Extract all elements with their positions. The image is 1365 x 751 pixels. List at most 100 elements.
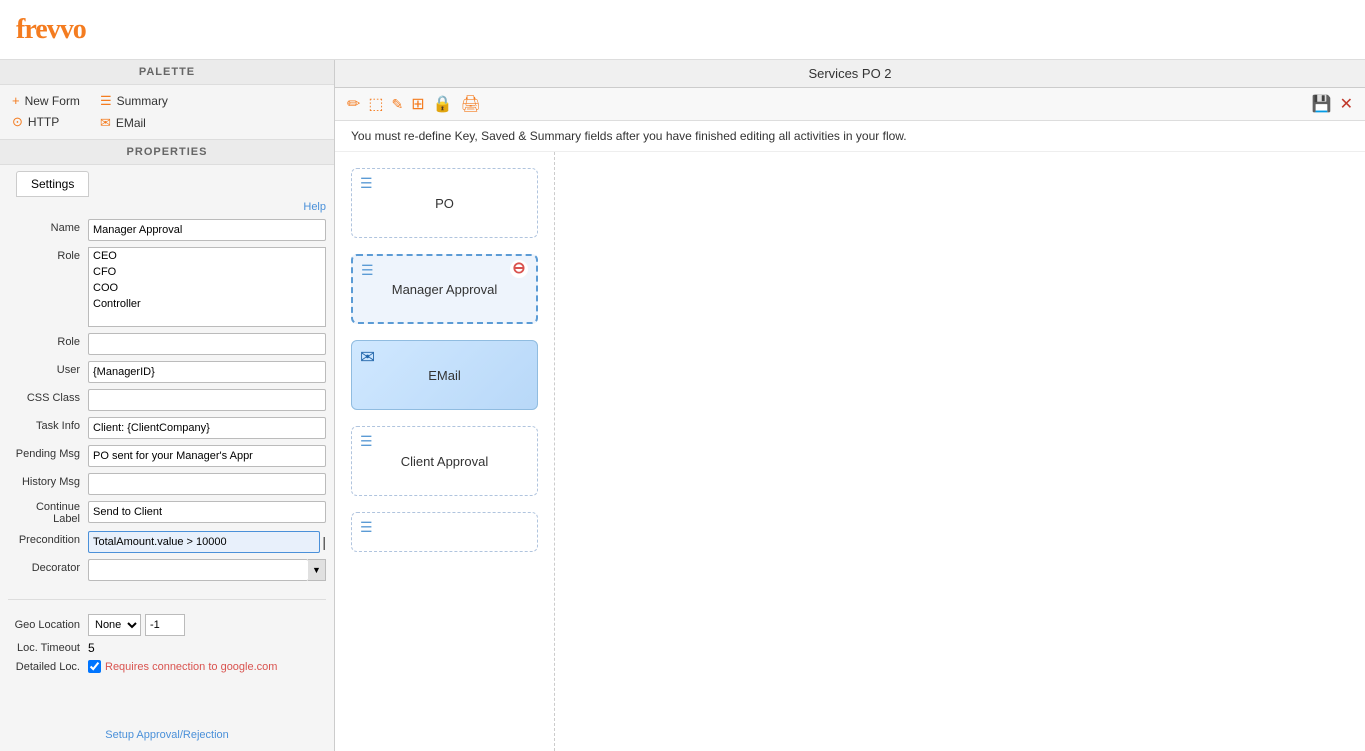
main-layout: PALETTE + New Form ⊙ HTTP ☰ Summary ✉ [0, 60, 1365, 751]
geo-location-label: Geo Location [8, 619, 88, 631]
client-card-icon: ☰ [360, 433, 373, 450]
loc-timeout-label: Loc. Timeout [8, 642, 88, 654]
po-card-icon: ☰ [360, 175, 373, 192]
user-input[interactable] [88, 361, 326, 383]
toolbar: ✏ ⬚ ✎ ⊞ 🔒 🖨 💾 ✕ [335, 88, 1365, 121]
css-row: CSS Class [8, 389, 326, 411]
toolbar-right: 💾 ✕ [1312, 94, 1353, 114]
flow-card-manager-approval[interactable]: ☰ ⊖ Manager Approval [351, 254, 538, 324]
detailed-loc-row: Detailed Loc. Requires connection to goo… [8, 660, 326, 673]
settings-tab[interactable]: Settings [16, 171, 89, 197]
summary-label: Summary [117, 94, 168, 108]
http-label: HTTP [28, 115, 59, 129]
precondition-label: Precondition [8, 531, 88, 546]
role-coo[interactable]: COO [89, 280, 325, 296]
circle-icon: ⊙ [12, 114, 23, 130]
role2-label: Role [8, 333, 88, 348]
right-panel: Services PO 2 ✏ ⬚ ✎ ⊞ 🔒 🖨 💾 ✕ You must r… [335, 60, 1365, 751]
continue-label: Continue Label [8, 501, 88, 525]
manager-card-icon: ☰ [361, 262, 374, 279]
geo-section: Geo Location None Loc. Timeout 5 Detaile… [0, 610, 334, 682]
loc-timeout-value: 5 [88, 641, 95, 655]
email-icon: ✉ [100, 115, 111, 131]
help-link[interactable]: Help [0, 197, 334, 217]
plus-icon: + [12, 93, 20, 108]
edit-icon[interactable]: ✏ [347, 94, 360, 114]
flow-card-client-approval[interactable]: ☰ Client Approval [351, 426, 538, 496]
properties-header: PROPERTIES [0, 139, 334, 165]
app-logo: frevvo [16, 14, 86, 46]
flow-column: ☰ PO ☰ ⊖ Manager Approval ✉ EMail ☰ [335, 152, 555, 751]
task-label: Task Info [8, 417, 88, 432]
palette-header: PALETTE [0, 60, 334, 85]
decorator-label: Decorator [8, 559, 88, 574]
decorator-input[interactable] [88, 559, 308, 581]
role2-input[interactable] [88, 333, 326, 355]
history-row: History Msg [8, 473, 326, 495]
palette-item-new-form[interactable]: + New Form [12, 93, 80, 108]
list-icon: ☰ [100, 93, 112, 109]
client-card-label: Client Approval [401, 454, 488, 469]
left-panel: PALETTE + New Form ⊙ HTTP ☰ Summary ✉ [0, 60, 335, 751]
history-label: History Msg [8, 473, 88, 488]
user-row: User [8, 361, 326, 383]
role-ceo[interactable]: CEO [89, 248, 325, 264]
app-header: frevvo [0, 0, 1365, 60]
flow-card-more[interactable]: ☰ [351, 512, 538, 552]
role-listbox[interactable]: CEO CFO COO Controller [88, 247, 326, 327]
email-card-icon: ✉ [360, 347, 375, 368]
save-icon[interactable]: 💾 [1312, 94, 1332, 114]
palette-item-email[interactable]: ✉ EMail [100, 115, 168, 131]
geo-location-select[interactable]: None [88, 614, 141, 636]
form-icon[interactable]: ✎ [392, 96, 404, 113]
email-card-label: EMail [428, 368, 461, 383]
geo-number-input[interactable] [145, 614, 185, 636]
grid-icon[interactable]: ⊞ [411, 94, 424, 114]
detailed-loc-label: Detailed Loc. [8, 661, 88, 673]
css-input[interactable] [88, 389, 326, 411]
user-label: User [8, 361, 88, 376]
palette-item-summary[interactable]: ☰ Summary [100, 93, 168, 109]
pending-label: Pending Msg [8, 445, 88, 460]
close-icon[interactable]: ✕ [1340, 94, 1353, 114]
palette-item-http[interactable]: ⊙ HTTP [12, 114, 80, 130]
flow-card-po[interactable]: ☰ PO [351, 168, 538, 238]
palette-items: + New Form ⊙ HTTP ☰ Summary ✉ EMail [0, 85, 334, 139]
name-input[interactable] [88, 219, 326, 241]
more-card-icon: ☰ [360, 519, 373, 536]
right-title: Services PO 2 [427, 66, 1273, 81]
precondition-row: Precondition | [8, 531, 326, 553]
name-row: Name [8, 219, 326, 241]
pending-row: Pending Msg [8, 445, 326, 467]
cursor-icon: | [322, 534, 326, 550]
precondition-input[interactable] [88, 531, 320, 553]
role-cfo[interactable]: CFO [89, 264, 325, 280]
right-header: Services PO 2 [335, 60, 1365, 88]
po-card-label: PO [435, 196, 454, 211]
decorator-row: Decorator ▼ [8, 559, 326, 581]
print-icon[interactable]: 🖨 [461, 94, 481, 114]
pending-input[interactable] [88, 445, 326, 467]
new-form-label: New Form [25, 94, 80, 108]
warning-bar: You must re-define Key, Saved & Summary … [335, 121, 1365, 152]
minus-button[interactable]: ⊖ [510, 260, 528, 278]
task-row: Task Info [8, 417, 326, 439]
task-input[interactable] [88, 417, 326, 439]
role2-row: Role [8, 333, 326, 355]
requires-google-text[interactable]: Requires connection to google.com [105, 661, 277, 673]
lock-icon[interactable]: 🔒 [433, 94, 453, 114]
name-label: Name [8, 219, 88, 234]
decorator-dropdown-btn[interactable]: ▼ [308, 559, 326, 581]
detailed-loc-checkbox[interactable] [88, 660, 101, 673]
history-input[interactable] [88, 473, 326, 495]
canvas: ☰ PO ☰ ⊖ Manager Approval ✉ EMail ☰ [335, 152, 1365, 751]
role-controller[interactable]: Controller [89, 296, 325, 312]
flow-card-email[interactable]: ✉ EMail [351, 340, 538, 410]
continue-row: Continue Label [8, 501, 326, 525]
loc-timeout-row: Loc. Timeout 5 [8, 641, 326, 655]
continue-input[interactable] [88, 501, 326, 523]
setup-approval-link[interactable]: Setup Approval/Rejection [0, 719, 334, 751]
role-label: Role [8, 247, 88, 262]
copy-icon[interactable]: ⬚ [368, 94, 383, 114]
palette-col-left: + New Form ⊙ HTTP [12, 93, 80, 131]
